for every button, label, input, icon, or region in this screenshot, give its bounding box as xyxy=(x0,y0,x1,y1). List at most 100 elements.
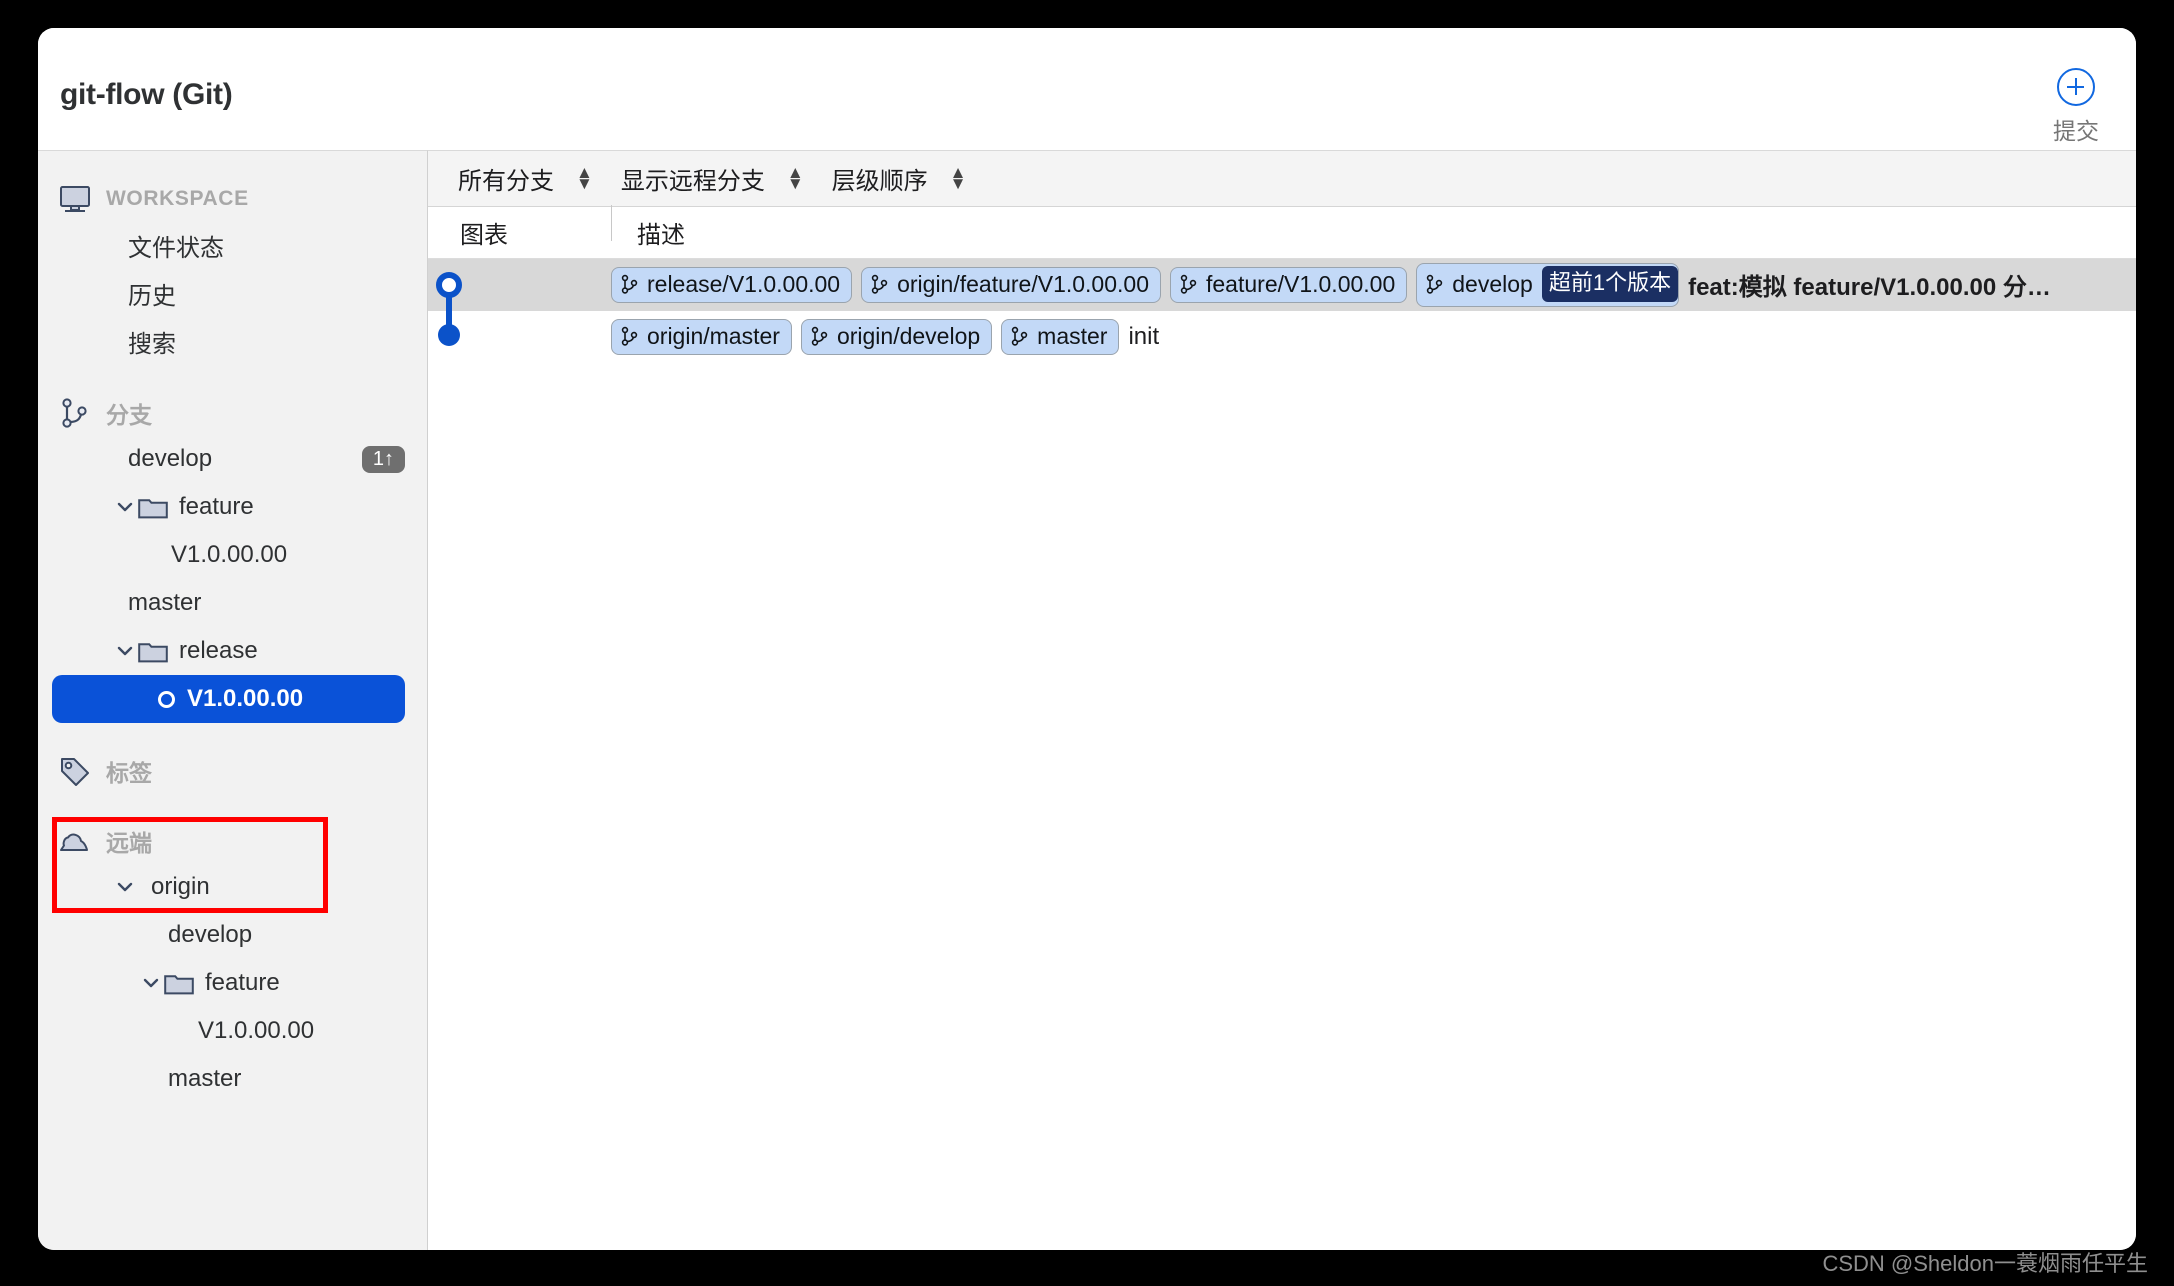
table-row[interactable]: origin/master origin/develop master init xyxy=(428,311,2136,363)
circle-plus-icon xyxy=(2057,68,2095,106)
ref-chip-develop[interactable]: develop 超前1个版本 xyxy=(1416,263,1680,307)
sidebar-item-label: develop xyxy=(128,445,213,472)
sidebar-item-origin-develop[interactable]: develop xyxy=(38,911,427,959)
branch-icon xyxy=(58,398,92,428)
chevron-down-icon[interactable] xyxy=(112,641,138,661)
table-column-header: 图表 描述 xyxy=(428,205,2136,259)
ref-chip-label: origin/master xyxy=(647,322,780,349)
remote-filter-select[interactable]: 显示远程分支 ▲ ▼ xyxy=(621,161,804,196)
sidebar-item-origin-feature-folder[interactable]: feature xyxy=(38,959,427,1007)
sidebar-item-label: V1.0.00.00 xyxy=(187,685,304,712)
commit-button[interactable]: 提交 xyxy=(2028,68,2124,146)
sidebar-section-remotes[interactable]: 远端 xyxy=(38,819,427,863)
sidebar-item-label: master xyxy=(128,589,202,616)
app-window: git-flow (Git) 提交 WORKSPACE 文件状态 历史 搜索 分… xyxy=(38,28,2136,1250)
chevron-down-icon[interactable] xyxy=(112,497,138,517)
commit-graph-node-filled xyxy=(438,311,460,346)
ref-chip-feature[interactable]: feature/V1.0.00.00 xyxy=(1170,266,1408,304)
chevron-down-icon[interactable] xyxy=(138,973,164,993)
branch-filter-select[interactable]: 所有分支 ▲ ▼ xyxy=(458,161,593,196)
sidebar-item-label: 文件状态 xyxy=(128,234,224,262)
graph-cell xyxy=(428,259,611,311)
ref-chip-label: origin/develop xyxy=(836,322,981,349)
branch-filter-label: 所有分支 xyxy=(458,168,554,195)
sidebar-item-feature-v1[interactable]: V1.0.00.00 xyxy=(38,531,427,579)
ref-chip-label: master xyxy=(1037,322,1108,349)
sidebar-item-label: 搜索 xyxy=(128,330,176,358)
body: WORKSPACE 文件状态 历史 搜索 分支 develop 1↑ featu… xyxy=(38,150,2136,1250)
branch-icon xyxy=(871,274,888,294)
folder-icon xyxy=(138,496,168,519)
ref-chip-origin-develop[interactable]: origin/develop xyxy=(800,318,993,356)
description-cell: release/V1.0.00.00 origin/feature/V1.0.0… xyxy=(611,263,2136,307)
column-header-graph[interactable]: 图表 xyxy=(428,215,611,250)
sidebar-item-develop[interactable]: develop 1↑ xyxy=(38,435,427,483)
sidebar-section-branches[interactable]: 分支 xyxy=(38,391,427,435)
chevron-updown-icon: ▲ ▼ xyxy=(576,162,593,193)
sidebar-item-feature-folder[interactable]: feature xyxy=(38,483,427,531)
sidebar-item-release-v1-selected[interactable]: V1.0.00.00 xyxy=(52,675,405,723)
commit-message: feat:模拟 feature/V1.0.00.00 分… xyxy=(1688,274,2051,302)
commit-list[interactable]: release/V1.0.00.00 origin/feature/V1.0.0… xyxy=(428,259,2136,1250)
chevron-down-icon[interactable] xyxy=(112,877,138,897)
sidebar-item-label: feature xyxy=(205,969,280,996)
column-header-description[interactable]: 描述 xyxy=(611,205,685,250)
branch-icon xyxy=(621,326,638,346)
chevron-updown-icon: ▲ ▼ xyxy=(949,162,967,193)
sidebar-item-label: release xyxy=(179,637,258,664)
sidebar-section-label: 标签 xyxy=(106,760,152,786)
sidebar-section-workspace[interactable]: WORKSPACE xyxy=(38,177,427,221)
folder-icon xyxy=(138,640,168,663)
commit-node-icon xyxy=(158,690,175,708)
sidebar-item-release-folder[interactable]: release xyxy=(38,627,427,675)
graph-cell xyxy=(428,311,611,363)
titlebar: git-flow (Git) 提交 xyxy=(38,28,2136,150)
sidebar-section-tags[interactable]: 标签 xyxy=(38,749,427,793)
ref-chip-origin-feature[interactable]: origin/feature/V1.0.00.00 xyxy=(861,266,1161,304)
sidebar-item-label: origin xyxy=(151,873,210,900)
sidebar-section-label: WORKSPACE xyxy=(106,187,249,210)
watermark: CSDN @Sheldon一蓑烟雨任平生 xyxy=(1822,1251,2148,1276)
sidebar-item-master[interactable]: master xyxy=(38,579,427,627)
sidebar-item-history[interactable]: 历史 xyxy=(38,269,427,317)
page-title: git-flow (Git) xyxy=(60,78,233,111)
order-filter-label: 层级顺序 xyxy=(831,168,928,195)
sidebar-item-file-status[interactable]: 文件状态 xyxy=(38,221,427,269)
sidebar-item-label: feature xyxy=(179,493,254,520)
ref-chip-label: feature/V1.0.00.00 xyxy=(1206,270,1396,297)
sidebar-section-label: 远端 xyxy=(106,830,152,856)
folder-icon xyxy=(164,972,194,995)
commit-graph-node-open xyxy=(436,272,462,311)
ref-chip-label: develop xyxy=(1452,270,1533,297)
sidebar-item-origin[interactable]: origin xyxy=(38,863,427,911)
table-row[interactable]: release/V1.0.00.00 origin/feature/V1.0.0… xyxy=(428,259,2136,311)
ahead-version-badge: 超前1个版本 xyxy=(1541,266,1679,302)
branch-icon xyxy=(1011,326,1028,346)
description-cell: origin/master origin/develop master init xyxy=(611,318,2136,356)
commit-message: init xyxy=(1128,323,1160,350)
tag-icon xyxy=(58,756,92,786)
commit-button-label: 提交 xyxy=(2053,118,2099,144)
sidebar[interactable]: WORKSPACE 文件状态 历史 搜索 分支 develop 1↑ featu… xyxy=(38,150,428,1250)
order-filter-select[interactable]: 层级顺序 ▲ ▼ xyxy=(832,161,967,196)
sidebar-item-label: master xyxy=(168,1065,242,1092)
branch-icon xyxy=(1180,274,1197,294)
sidebar-item-origin-feature-v1[interactable]: V1.0.00.00 xyxy=(38,1007,427,1055)
branch-icon xyxy=(1426,274,1443,294)
ref-chip-release[interactable]: release/V1.0.00.00 xyxy=(611,266,853,304)
sidebar-item-origin-master[interactable]: master xyxy=(38,1055,427,1103)
filter-bar: 所有分支 ▲ ▼ 显示远程分支 ▲ ▼ 层级顺序 ▲ ▼ xyxy=(428,151,2136,207)
monitor-icon xyxy=(58,184,92,214)
branch-icon xyxy=(811,326,828,346)
sidebar-item-search[interactable]: 搜索 xyxy=(38,317,427,365)
ahead-count-badge: 1↑ xyxy=(361,445,405,473)
sidebar-item-label: 历史 xyxy=(128,282,176,310)
cloud-icon xyxy=(58,826,92,856)
sidebar-item-label: V1.0.00.00 xyxy=(171,541,288,568)
ref-chip-master[interactable]: master xyxy=(1001,318,1120,356)
ref-chip-label: origin/feature/V1.0.00.00 xyxy=(897,270,1149,297)
ref-chip-origin-master[interactable]: origin/master xyxy=(611,318,792,356)
main-content: 所有分支 ▲ ▼ 显示远程分支 ▲ ▼ 层级顺序 ▲ ▼ 图表 描述 relea… xyxy=(428,150,2136,1250)
remote-filter-label: 显示远程分支 xyxy=(620,168,765,195)
ref-chip-label: release/V1.0.00.00 xyxy=(647,270,841,297)
